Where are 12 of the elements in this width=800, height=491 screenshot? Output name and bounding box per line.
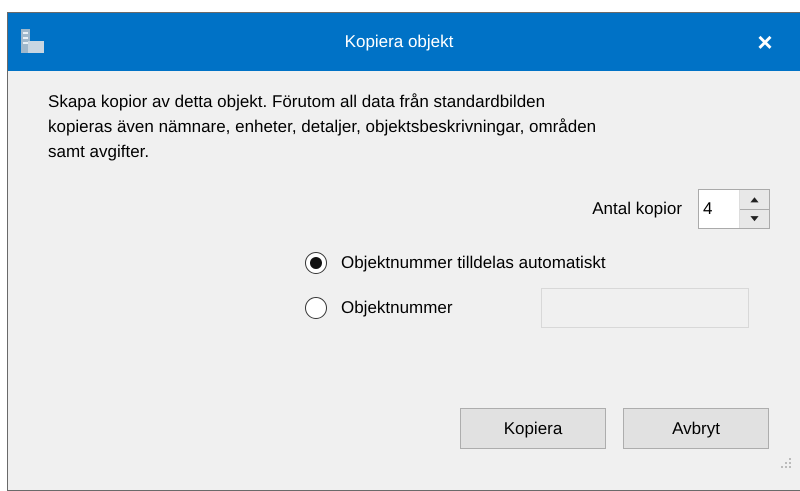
- copies-label: Antal kopior: [592, 198, 682, 220]
- radio-label: Objektnummer tilldelas automatiskt: [341, 252, 606, 274]
- copies-spinner[interactable]: 4: [698, 189, 770, 229]
- description-text: Skapa kopior av detta objekt. Förutom all data från standardbilden kopieras även nämnare, enheter, detaljer, objektsbeskrivningar, områden samt avgifter.: [48, 91, 598, 163]
- window-title: Kopiera objekt: [344, 31, 454, 54]
- radio-button[interactable]: [305, 297, 327, 319]
- dialog-button[interactable]: Avbryt: [623, 408, 769, 449]
- dialog-button[interactable]: Kopiera: [460, 408, 606, 449]
- radio-button[interactable]: [305, 252, 327, 274]
- resize-grip-icon[interactable]: [780, 457, 792, 469]
- radio-label: Objektnummer: [341, 297, 454, 320]
- close-button[interactable]: ×: [750, 29, 780, 55]
